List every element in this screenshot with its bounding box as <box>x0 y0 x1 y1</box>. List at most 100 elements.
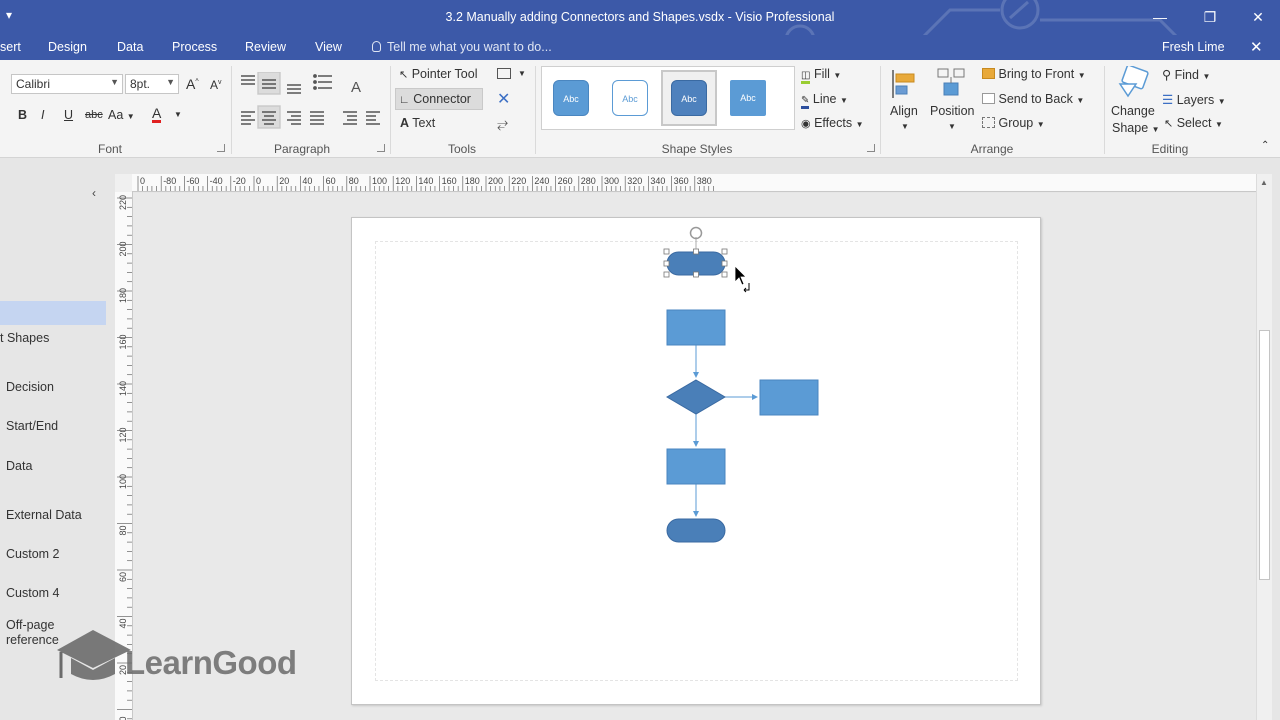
chevron-down-icon[interactable]: ▼ <box>948 122 956 131</box>
shape-item-data[interactable]: Data <box>6 459 32 473</box>
shape-item-decision[interactable]: Decision <box>6 380 54 394</box>
window-title: 3.2 Manually adding Connectors and Shape… <box>445 10 835 24</box>
scrollbar-thumb[interactable] <box>1259 330 1270 580</box>
position-icon <box>937 68 965 96</box>
connection-point-icon[interactable]: ⥂ <box>497 115 508 132</box>
restore-button[interactable]: ❐ <box>1196 6 1224 28</box>
align-button[interactable]: Align <box>890 104 918 118</box>
find-button[interactable]: ⚲ Find ▼ <box>1162 67 1210 82</box>
learngood-watermark: LearnGood <box>55 628 315 688</box>
scroll-up-arrow-icon[interactable]: ▲ <box>1260 178 1268 187</box>
v-ruler-label: 200 <box>118 241 128 256</box>
style-thumb-3[interactable]: Abc <box>671 80 707 116</box>
send-to-back-button[interactable]: Send to Back ▼ <box>982 92 1084 106</box>
grow-font-button[interactable]: A^ <box>186 76 199 92</box>
shape-item-start-end[interactable]: Start/End <box>6 419 58 433</box>
style-thumb-4[interactable]: Abc <box>730 80 766 116</box>
text-tool-button[interactable]: A Text <box>400 116 435 130</box>
fill-label: Fill <box>813 67 830 81</box>
h-ruler-label: -40 <box>210 176 223 186</box>
shape-item-custom-2[interactable]: Custom 2 <box>6 547 60 561</box>
h-ruler-label: 60 <box>326 176 336 186</box>
bring-to-front-button[interactable]: Bring to Front ▼ <box>982 67 1086 81</box>
line-label: Line <box>812 92 837 106</box>
h-ruler-label: 320 <box>627 176 642 186</box>
layers-button[interactable]: ☰ Layers ▼ <box>1162 92 1226 107</box>
bold-button[interactable]: B <box>18 108 27 122</box>
h-ruler-label: 0 <box>256 176 261 186</box>
v-ruler-label: 40 <box>118 618 128 628</box>
line-button[interactable]: ✎ Line ▼ <box>801 92 848 109</box>
style-thumb-2[interactable]: Abc <box>612 80 648 116</box>
change-shape-button[interactable]: Shape ▼ <box>1112 121 1160 135</box>
font-dialog-launcher-icon[interactable] <box>217 144 225 152</box>
tab-insert[interactable]: sert <box>0 40 21 54</box>
change-shape-line1[interactable]: Change <box>1111 104 1155 118</box>
tab-data[interactable]: Data <box>117 40 143 54</box>
ribbon: Calibri ▼ 8pt. ▼ A^ Av B I U abc Aa ▼ A ▼ … <box>0 60 1280 158</box>
effects-icon: ◉ <box>801 118 811 130</box>
position-button[interactable]: Position <box>930 104 974 118</box>
shape-item-off-page[interactable]: Off-page <box>6 618 54 632</box>
ruler-corner <box>115 174 133 192</box>
minimize-button[interactable]: — <box>1146 6 1174 28</box>
select-button[interactable]: ↖ Select ▼ <box>1164 116 1223 130</box>
v-ruler-label: 160 <box>118 334 128 349</box>
connector-label: Connector <box>413 92 471 106</box>
shape-item-custom-4[interactable]: Custom 4 <box>6 586 60 600</box>
font-color-button[interactable]: A <box>152 106 162 123</box>
close-button[interactable]: ✕ <box>1244 6 1272 28</box>
chevron-down-icon[interactable]: ▼ <box>518 69 526 78</box>
shape-styles-group-label: Shape Styles <box>661 142 733 156</box>
vertical-scrollbar[interactable]: ▲ <box>1256 174 1272 720</box>
h-ruler-label: 80 <box>349 176 359 186</box>
underline-button[interactable]: U <box>64 108 73 122</box>
group-button[interactable]: Group ▼ <box>982 116 1045 130</box>
rectangle-tool-icon[interactable] <box>497 68 511 79</box>
chevron-down-icon: ▼ <box>110 77 119 87</box>
collapse-pane-icon[interactable]: ‹ <box>92 186 96 200</box>
paragraph-dialog-launcher-icon[interactable] <box>377 144 385 152</box>
collapse-ribbon-icon[interactable]: ⌃ <box>1261 140 1269 151</box>
close-x-icon[interactable]: ✕ <box>497 89 510 109</box>
chevron-down-icon: ▼ <box>166 77 175 87</box>
style-thumb-1[interactable]: Abc <box>553 80 589 116</box>
tab-process[interactable]: Process <box>172 40 217 54</box>
tab-review[interactable]: Review <box>245 40 286 54</box>
stencil-title[interactable]: t Shapes <box>0 331 49 345</box>
italic-button[interactable]: I <box>41 108 44 122</box>
font-group-label: Font <box>97 142 122 156</box>
effects-label: Effects <box>814 116 853 130</box>
chevron-down-icon[interactable]: ▼ <box>174 110 182 119</box>
change-case-button[interactable]: Aa ▼ <box>108 108 135 122</box>
font-size-value: 8pt. <box>130 77 151 91</box>
change-shape-icon <box>1118 66 1149 98</box>
chevron-down-icon[interactable]: ▼ <box>901 122 909 131</box>
h-ruler-label: 100 <box>372 176 387 186</box>
shape-item-external-data[interactable]: External Data <box>6 508 82 522</box>
shape-styles-dialog-launcher-icon[interactable] <box>867 144 875 152</box>
h-ruler-label: 260 <box>558 176 573 186</box>
font-size-combo[interactable]: 8pt. ▼ <box>125 74 179 94</box>
drawing-page[interactable] <box>351 217 1041 705</box>
layers-icon: ☰ <box>1162 93 1174 107</box>
h-ruler-label: -20 <box>233 176 246 186</box>
close-ribbon-icon[interactable]: ✕ <box>1250 38 1263 56</box>
pointer-tool-button[interactable]: ↖ Pointer Tool <box>399 67 478 81</box>
tab-design[interactable]: Design <box>48 40 87 54</box>
font-family-combo[interactable]: Calibri ▼ <box>11 74 123 94</box>
h-ruler-label: 360 <box>674 176 689 186</box>
tab-view[interactable]: View <box>315 40 342 54</box>
select-cursor-icon: ↖ <box>1164 118 1174 130</box>
strikethrough-button[interactable]: abc <box>85 109 103 121</box>
shrink-font-button[interactable]: Av <box>210 78 222 92</box>
text-direction-icon[interactable]: A <box>351 79 361 96</box>
h-ruler-label: 40 <box>302 176 312 186</box>
effects-button[interactable]: ◉ Effects ▼ <box>801 116 863 130</box>
shape-item-off-page-2[interactable]: reference <box>6 633 59 647</box>
h-ruler-label: 180 <box>465 176 480 186</box>
tell-me-box[interactable]: Tell me what you want to do... <box>372 40 552 54</box>
group-divider <box>1104 66 1105 154</box>
fill-button[interactable]: ◫ Fill ▼ <box>801 67 841 84</box>
v-ruler-label: 220 <box>118 195 128 210</box>
